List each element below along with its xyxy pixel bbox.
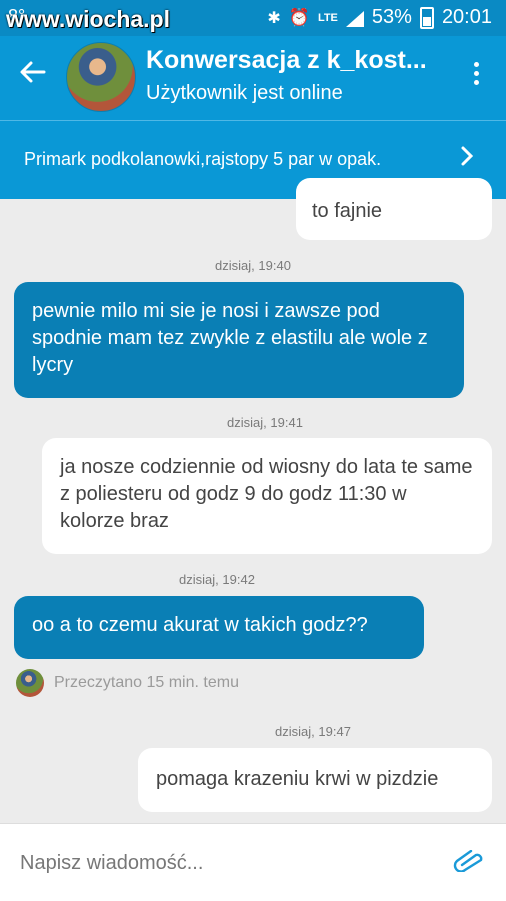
message-bubble: oo a to czemu akurat w takich godz?? <box>14 596 424 659</box>
alarm-icon: ⏰ <box>288 7 310 27</box>
message-bubble: pewnie milo mi sie je nosi i zawsze pod … <box>14 282 464 398</box>
watermark: www.wiocha.pl <box>6 6 170 32</box>
more-vert-icon[interactable] <box>474 62 480 85</box>
message-timestamp: dzisiaj, 19:42 <box>179 572 255 587</box>
signal-icon <box>345 10 364 27</box>
message-timestamp: dzisiaj, 19:47 <box>275 724 351 739</box>
read-receipt: Przeczytano 15 min. temu <box>16 669 239 697</box>
back-arrow-icon[interactable] <box>18 58 46 92</box>
chevron-right-icon <box>460 143 474 174</box>
product-title: Primark podkolanowki,rajstopy 5 par w op… <box>24 149 382 169</box>
message-text: to fajnie <box>312 200 383 222</box>
message-text: pomaga krazeniu krwi w pizdzie <box>156 768 439 790</box>
bluetooth-icon: ✱ <box>267 9 281 27</box>
online-status: Użytkownik jest online <box>146 82 343 104</box>
message-text: ja nosze codziennie od wiosny do lata te… <box>60 456 473 532</box>
message-bubble: ja nosze codziennie od wiosny do lata te… <box>42 438 492 554</box>
avatar[interactable] <box>66 42 136 112</box>
battery-level: 53% <box>371 6 412 28</box>
message-bubble: to fajnie <box>296 178 492 240</box>
battery-icon <box>419 6 434 29</box>
conversation-header: Konwersacja z k_kost... Użytkownik jest … <box>0 36 506 120</box>
avatar <box>16 669 44 697</box>
message-text: oo a to czemu akurat w takich godz?? <box>32 614 368 636</box>
message-timestamp: dzisiaj, 19:40 <box>215 258 291 273</box>
status-bar: 8° ✱ ⏰ LTE 53% 20:01 www.wiocha.pl <box>0 0 506 36</box>
clock: 20:01 <box>441 6 492 28</box>
message-composer <box>0 823 506 901</box>
message-bubble: pomaga krazeniu krwi w pizdzie <box>138 748 492 812</box>
network-type: LTE <box>317 11 338 24</box>
message-input[interactable] <box>18 844 422 882</box>
message-timestamp: dzisiaj, 19:41 <box>227 415 303 430</box>
conversation-title: Konwersacja z k_kost... <box>146 46 427 74</box>
read-receipt-text: Przeczytano 15 min. temu <box>54 674 239 691</box>
message-text: pewnie milo mi sie je nosi i zawsze pod … <box>32 300 428 376</box>
paperclip-icon[interactable] <box>452 849 484 877</box>
